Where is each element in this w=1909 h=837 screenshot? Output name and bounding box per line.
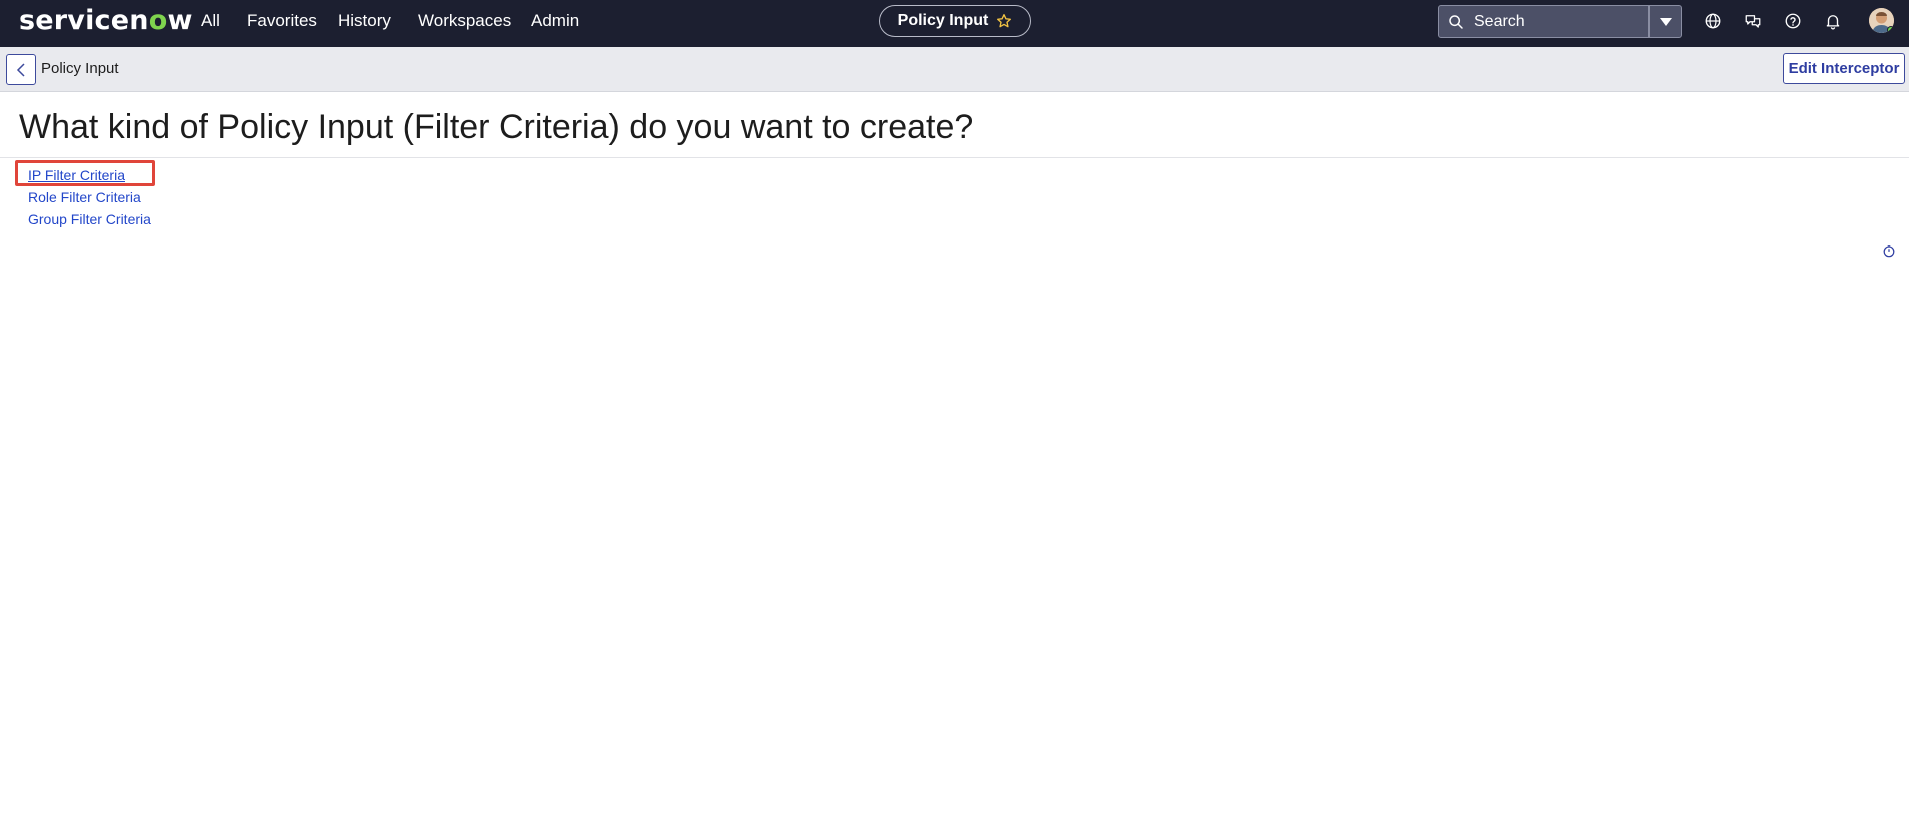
heading-divider (0, 157, 1909, 158)
role-filter-criteria-link[interactable]: Role Filter Criteria (28, 186, 151, 208)
search-input[interactable] (1474, 12, 1634, 31)
chevron-left-icon (16, 62, 25, 77)
nav-workspaces[interactable]: Workspaces (418, 11, 511, 31)
search-scope-dropdown[interactable] (1649, 5, 1682, 38)
top-navigation-bar: servicenow All Favorites History Workspa… (0, 0, 1909, 47)
caret-down-icon (1659, 17, 1672, 26)
response-time-icon[interactable] (1882, 244, 1896, 258)
servicenow-logo[interactable]: servicenow (19, 5, 193, 36)
help-icon[interactable] (1784, 12, 1802, 30)
nav-history[interactable]: History (338, 11, 391, 31)
page-heading: What kind of Policy Input (Filter Criter… (19, 108, 974, 146)
logo-accent: o (148, 5, 168, 36)
page-title-pill[interactable]: Policy Input (879, 5, 1031, 37)
filter-criteria-options: IP Filter Criteria Role Filter Criteria … (28, 164, 151, 230)
nav-all[interactable]: All (201, 11, 220, 31)
bell-icon[interactable] (1824, 12, 1842, 30)
page-title-pill-label: Policy Input (897, 12, 989, 29)
search-icon (1449, 14, 1463, 29)
online-status-dot (1887, 26, 1894, 33)
chat-icon[interactable] (1744, 12, 1762, 30)
edit-interceptor-button[interactable]: Edit Interceptor (1783, 53, 1905, 84)
form-title: Policy Input (41, 60, 119, 77)
form-header: Policy Input Edit Interceptor (0, 47, 1909, 92)
globe-icon[interactable] (1704, 12, 1722, 30)
back-button[interactable] (6, 54, 36, 85)
group-filter-criteria-link[interactable]: Group Filter Criteria (28, 208, 151, 230)
logo-text-end: w (167, 5, 193, 36)
nav-favorites[interactable]: Favorites (247, 11, 317, 31)
logo-text: servicen (19, 5, 149, 36)
star-icon[interactable] (996, 13, 1012, 29)
nav-admin[interactable]: Admin (531, 11, 579, 31)
global-search[interactable] (1438, 5, 1649, 38)
ip-filter-criteria-link[interactable]: IP Filter Criteria (28, 164, 151, 186)
user-avatar[interactable] (1869, 8, 1894, 33)
